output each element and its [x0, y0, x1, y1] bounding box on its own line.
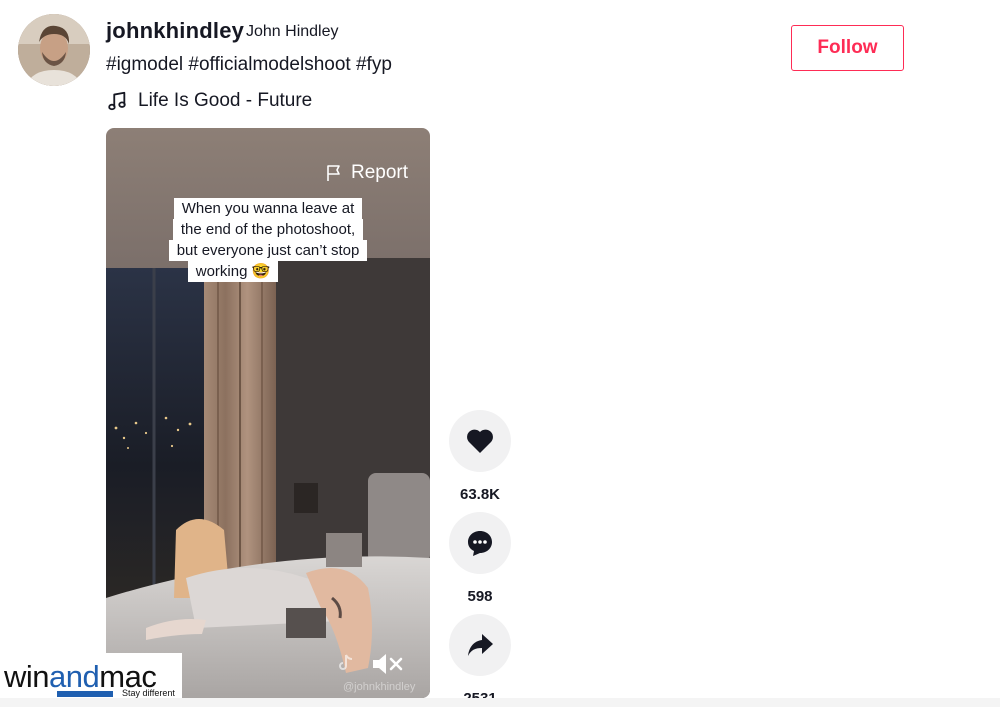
share-action[interactable]: 2531 [449, 614, 511, 707]
flag-icon [327, 165, 340, 181]
like-count: 63.8K [459, 486, 501, 503]
video-player[interactable]: Report When you wanna leave at the end o… [106, 128, 430, 698]
logo-tagline: Stay different [122, 688, 175, 698]
report-label: Report [350, 162, 408, 183]
follow-button[interactable]: Follow [791, 25, 904, 71]
logo-part: and [49, 659, 100, 694]
heart-icon [467, 429, 493, 453]
video-caption-overlay: When you wanna leave at the end of the p… [106, 198, 430, 282]
music-title: Life Is Good - Future [138, 90, 313, 111]
music-row[interactable]: Life Is Good - Future [106, 89, 312, 113]
censor-blur [326, 533, 362, 567]
overlay-line: When you wanna leave at [173, 198, 363, 219]
comment-bubble-icon [468, 531, 492, 556]
share-button[interactable] [449, 614, 511, 676]
comment-action[interactable]: 598 [449, 512, 511, 605]
report-button[interactable]: Report [325, 162, 408, 184]
like-action[interactable]: 63.8K [449, 410, 511, 503]
post-caption[interactable]: #igmodel #officialmodelshoot #fyp [106, 54, 392, 76]
overlay-line: working 🤓 [187, 261, 279, 282]
page-bottom-edge [0, 698, 1000, 707]
watermark-username: @johnkhindley [343, 681, 416, 693]
avatar-photo [18, 14, 90, 86]
winandmac-logo: winandmac Stay different [0, 653, 182, 699]
comment-button[interactable] [449, 512, 511, 574]
share-arrow-icon [468, 634, 493, 656]
author-nickname[interactable]: John Hindley [246, 23, 339, 41]
music-note-icon [108, 91, 126, 111]
comment-count: 598 [467, 588, 493, 605]
overlay-line: but everyone just can’t stop [168, 240, 368, 261]
author-username[interactable]: johnkhindley [106, 18, 244, 44]
logo-part: win [4, 659, 50, 694]
logo-underline [57, 691, 113, 697]
speaker-muted-icon[interactable] [371, 650, 405, 678]
like-button[interactable] [449, 410, 511, 472]
avatar[interactable] [18, 14, 90, 86]
overlay-line: the end of the photoshoot, [172, 219, 364, 240]
